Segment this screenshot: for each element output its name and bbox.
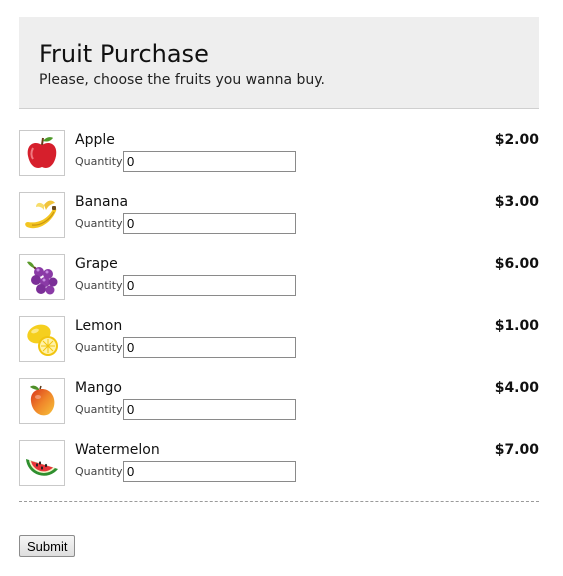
fruit-price: $4.00	[494, 380, 539, 396]
apple-image	[19, 130, 65, 176]
fruit-item-apple: Apple Quantity $2.00	[19, 130, 539, 178]
fruit-item-grape: Grape Quantity $6.00	[19, 254, 539, 302]
fruit-price: $1.00	[494, 318, 539, 334]
fruit-name: Apple	[75, 132, 115, 148]
banana-icon	[25, 200, 57, 229]
fruit-name: Lemon	[75, 318, 123, 334]
apple-icon	[27, 137, 57, 168]
mango-image	[19, 378, 65, 424]
submit-button[interactable]: Submit	[19, 535, 76, 557]
quantity-label: Quantity	[75, 217, 123, 230]
fruit-item-banana: Banana Quantity $3.00	[19, 192, 539, 240]
quantity-input-banana[interactable]	[123, 213, 296, 234]
fruit-name: Watermelon	[75, 442, 160, 458]
quantity-input-watermelon[interactable]	[123, 461, 296, 482]
divider	[19, 501, 539, 502]
grape-image	[19, 254, 65, 300]
grape-icon	[27, 261, 58, 295]
lemon-image	[19, 316, 65, 362]
quantity-input-apple[interactable]	[123, 151, 296, 172]
quantity-label: Quantity	[75, 155, 123, 168]
fruit-name: Mango	[75, 380, 122, 396]
quantity-label: Quantity	[75, 465, 123, 478]
quantity-input-grape[interactable]	[123, 275, 296, 296]
page-title: Fruit Purchase	[39, 40, 209, 68]
page-header: Fruit Purchase Please, choose the fruits…	[19, 17, 539, 109]
quantity-input-mango[interactable]	[123, 399, 296, 420]
lemon-icon	[27, 324, 58, 356]
fruit-item-mango: Mango Quantity $4.00	[19, 378, 539, 426]
page-subtitle: Please, choose the fruits you wanna buy.	[39, 72, 325, 88]
watermelon-image	[19, 440, 65, 486]
fruit-price: $3.00	[494, 194, 539, 210]
fruit-price: $6.00	[494, 256, 539, 272]
fruit-price: $7.00	[494, 442, 539, 458]
watermelon-icon	[26, 459, 58, 476]
mango-icon	[30, 385, 55, 416]
fruit-name: Banana	[75, 194, 129, 210]
quantity-label: Quantity	[75, 279, 123, 292]
quantity-input-lemon[interactable]	[123, 337, 296, 358]
fruit-item-watermelon: Watermelon Quantity $7.00	[19, 440, 539, 488]
fruit-price: $2.00	[494, 132, 539, 148]
fruit-item-lemon: Lemon Quantity $1.00	[19, 316, 539, 364]
quantity-label: Quantity	[75, 403, 123, 416]
banana-image	[19, 192, 65, 238]
fruit-name: Grape	[75, 256, 118, 272]
quantity-label: Quantity	[75, 341, 123, 354]
